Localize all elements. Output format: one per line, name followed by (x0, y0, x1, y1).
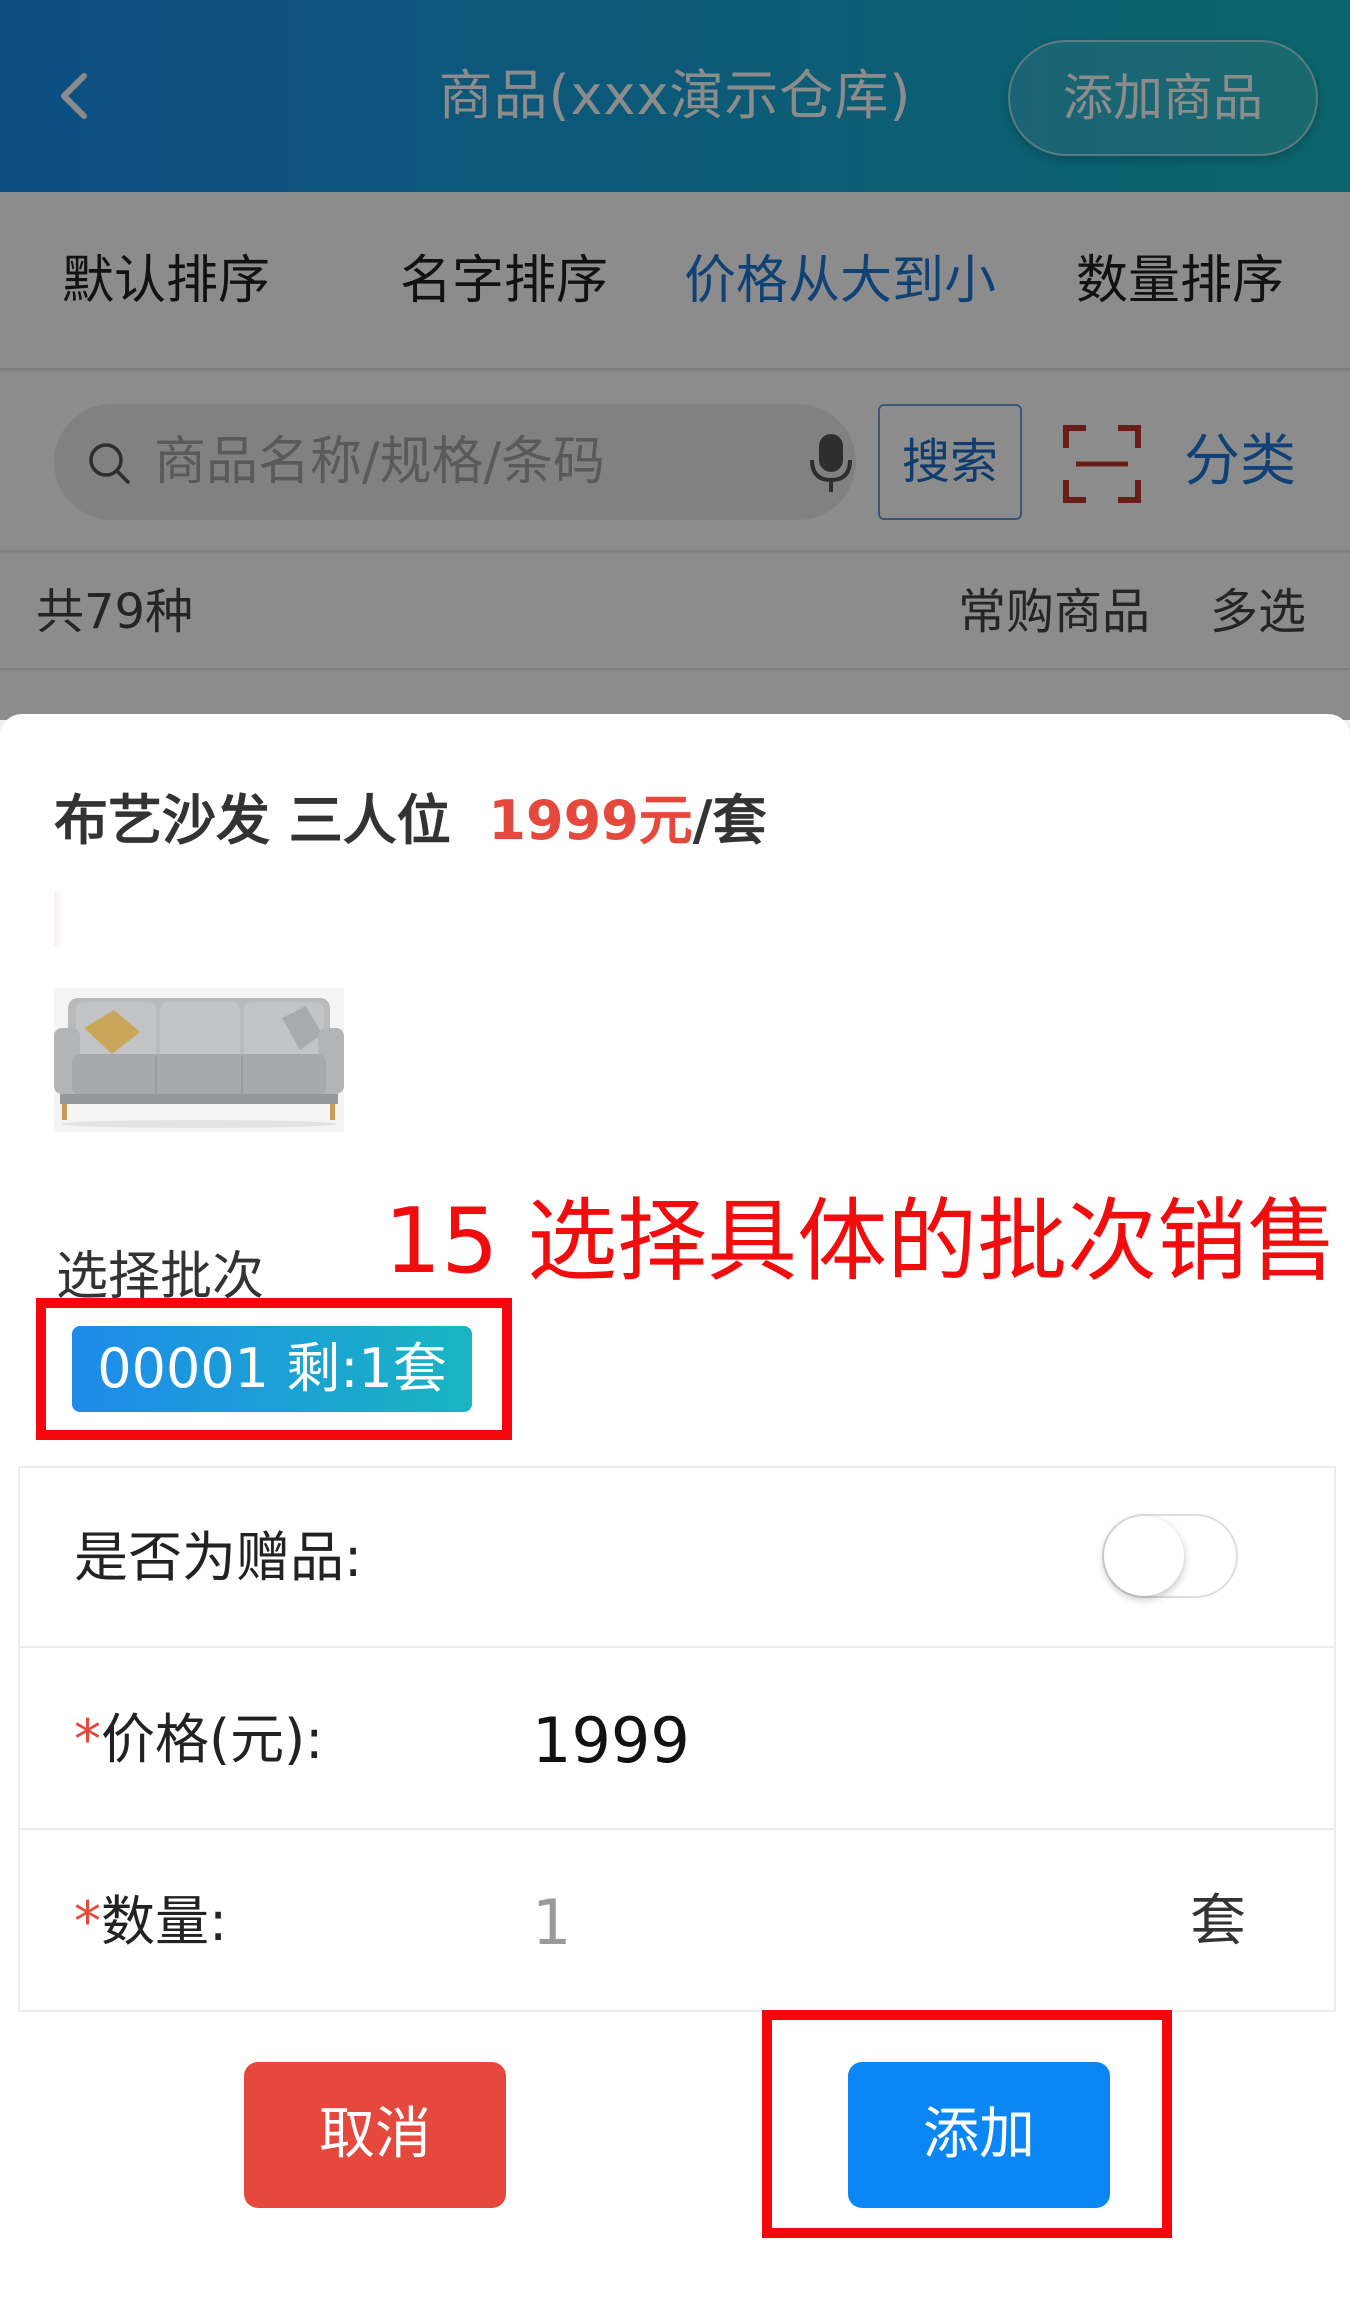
required-mark: * (74, 1708, 101, 1771)
product-image[interactable] (54, 988, 344, 1132)
add-button[interactable]: 添加 (848, 2062, 1110, 2208)
product-price: 1999元 (488, 789, 693, 852)
gift-row: 是否为赠品: (20, 1468, 1334, 1648)
required-mark: * (74, 1890, 101, 1953)
product-title: 布艺沙发 三人位 1999元/套 (54, 776, 766, 855)
gift-toggle[interactable] (1102, 1514, 1238, 1598)
quantity-unit: 套 (1190, 1889, 1246, 1954)
product-name: 布艺沙发 三人位 (54, 789, 451, 852)
image-placeholder (54, 890, 64, 946)
modal-overlay[interactable] (0, 0, 1350, 720)
sofa-image (54, 988, 344, 1132)
toggle-knob (1104, 1516, 1184, 1596)
tutorial-annotation: 15 选择具体的批次销售 (384, 1189, 1338, 1294)
quantity-label-text: 数量: (101, 1890, 228, 1953)
gift-label: 是否为赠品: (74, 1526, 363, 1589)
price-label: *价格(元): (74, 1650, 323, 1830)
product-form: 是否为赠品: *价格(元): *数量: 套 (18, 1466, 1336, 2012)
batch-option-chip[interactable]: 00001 剩:1套 (72, 1326, 472, 1412)
cancel-button[interactable]: 取消 (244, 2062, 506, 2208)
price-label-text: 价格(元): (101, 1708, 324, 1771)
quantity-input[interactable] (532, 1877, 1172, 1967)
quantity-row: *数量: 套 (20, 1832, 1334, 2012)
price-row: *价格(元): (20, 1650, 1334, 1830)
product-unit: /套 (692, 789, 767, 852)
add-product-dialog: 布艺沙发 三人位 1999元/套 15 选择具体的批次销售 选择批次 00001… (0, 714, 1350, 2315)
quantity-label: *数量: (74, 1832, 227, 2012)
price-input[interactable] (532, 1695, 1172, 1785)
